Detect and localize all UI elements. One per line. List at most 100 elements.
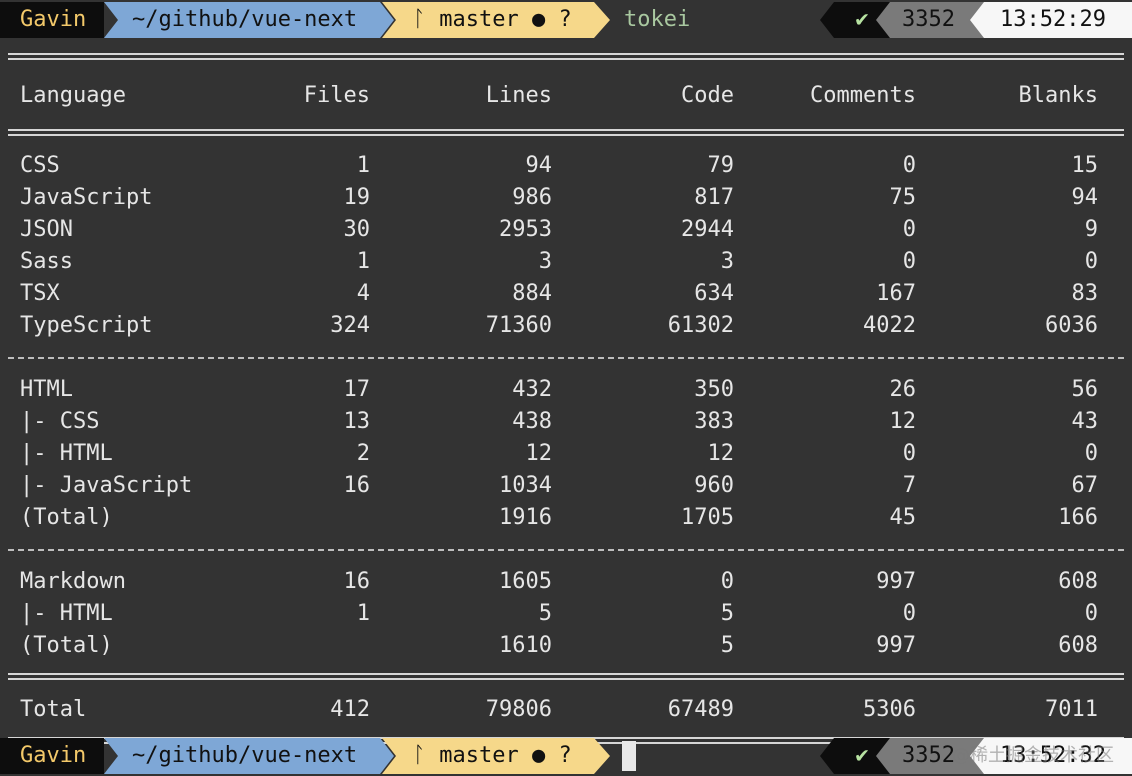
table-row: HTML 17 432 350 26 56 <box>0 374 1132 406</box>
cell-code: 61302 <box>667 313 734 338</box>
cell-language: CSS <box>20 153 60 178</box>
cell-lines: 432 <box>512 377 552 402</box>
cell-files: 2 <box>356 441 370 466</box>
cell-files: 17 <box>343 377 371 402</box>
cell-files: 13 <box>343 409 371 434</box>
cell-files: 1 <box>356 601 370 626</box>
cell-language: JavaScript <box>20 185 153 210</box>
cell-code: 5 <box>720 601 734 626</box>
cell-code: 12 <box>707 441 735 466</box>
cell-comments: 0 <box>902 601 916 626</box>
cell-blanks: 0 <box>1084 441 1098 466</box>
cell-lines: 884 <box>512 281 552 306</box>
cell-code: 634 <box>694 281 734 306</box>
prompt-bottom: Gavin ~/github/vue-next ᛚ master ● ? ✔ 3… <box>0 738 1132 774</box>
cell-lines: 1916 <box>499 505 552 530</box>
rule-double <box>8 118 1124 150</box>
total-comments: 5306 <box>863 697 916 722</box>
git-branch-icon: ᛚ <box>412 743 426 768</box>
cell-files: 16 <box>343 473 371 498</box>
table-group-3: Markdown 16 1605 0 997 608 |- HTML 1 5 5 0 0 (Total)… <box>0 566 1132 662</box>
table-row: |- HTML 1 5 5 0 0 <box>0 598 1132 630</box>
cell-code: 79 <box>707 153 735 178</box>
command-text: tokei <box>624 7 691 32</box>
rule-single <box>8 534 1124 566</box>
prompt-history-count: 3352 <box>876 738 984 774</box>
header-code: Code <box>681 83 734 108</box>
git-branch-label: master ● ? <box>439 743 572 768</box>
cell-blanks: 608 <box>1058 633 1098 658</box>
table-row: TypeScript 324 71360 61302 4022 6036 <box>0 310 1132 342</box>
cell-lines: 3 <box>538 249 552 274</box>
prompt-history-count: 3352 <box>876 2 984 38</box>
cell-code: 1705 <box>681 505 734 530</box>
cell-language: Sass <box>20 249 73 274</box>
cell-comments: 12 <box>889 409 917 434</box>
cell-comments: 167 <box>876 281 916 306</box>
table-row: CSS 1 94 79 0 15 <box>0 150 1132 182</box>
prompt-user: Gavin <box>0 738 104 774</box>
prompt-user: Gavin <box>0 2 104 38</box>
prompt-directory: ~/github/vue-next <box>104 2 394 38</box>
cell-comments: 26 <box>889 377 917 402</box>
header-lines: Lines <box>485 83 552 108</box>
cell-code: 350 <box>694 377 734 402</box>
cell-language: (Total) <box>20 633 113 658</box>
cell-comments: 45 <box>889 505 917 530</box>
cell-files: 30 <box>343 217 371 242</box>
table-group-1: CSS 1 94 79 0 15 JavaScript 19 986 817 75 94 JSON 30 2… <box>0 150 1132 342</box>
cell-blanks: 0 <box>1084 249 1098 274</box>
prompt-time: 13:52:32 <box>970 738 1132 774</box>
table-row: Sass 1 3 3 0 0 <box>0 246 1132 278</box>
tokei-table: Language Files Lines Code Comments Blank… <box>0 42 1132 758</box>
cell-lines: 94 <box>525 153 553 178</box>
cell-comments: 0 <box>902 153 916 178</box>
cell-code: 960 <box>694 473 734 498</box>
cell-comments: 75 <box>889 185 917 210</box>
cell-comments: 0 <box>902 249 916 274</box>
cell-comments: 7 <box>902 473 916 498</box>
cell-lines: 1610 <box>499 633 552 658</box>
total-files: 412 <box>330 697 370 722</box>
cell-blanks: 43 <box>1071 409 1099 434</box>
cell-code: 3 <box>720 249 734 274</box>
table-row: |- CSS 13 438 383 12 43 <box>0 406 1132 438</box>
cell-code: 0 <box>720 569 734 594</box>
git-branch-label: master ● ? <box>439 7 572 32</box>
cell-files: 4 <box>356 281 370 306</box>
cell-comments: 0 <box>902 217 916 242</box>
table-row: |- JavaScript 16 1034 960 7 67 <box>0 470 1132 502</box>
cell-lines: 438 <box>512 409 552 434</box>
cell-lines: 2953 <box>499 217 552 242</box>
cell-files: 19 <box>343 185 371 210</box>
cell-code: 817 <box>694 185 734 210</box>
cell-language: TSX <box>20 281 60 306</box>
total-label: Total <box>20 697 87 722</box>
cell-lines: 12 <box>525 441 553 466</box>
cell-language: |- HTML <box>20 441 113 466</box>
cell-lines: 1034 <box>499 473 552 498</box>
table-row: Markdown 16 1605 0 997 608 <box>0 566 1132 598</box>
header-files: Files <box>303 83 370 108</box>
rule-double <box>8 42 1124 74</box>
cell-blanks: 83 <box>1071 281 1099 306</box>
prompt-git-branch: ᛚ master ● ? <box>382 738 610 774</box>
terminal-cursor[interactable] <box>622 741 636 771</box>
cell-language: HTML <box>20 377 73 402</box>
table-total-row: Total 412 79806 67489 5306 7011 <box>0 694 1132 726</box>
cell-code: 383 <box>694 409 734 434</box>
cell-blanks: 67 <box>1071 473 1099 498</box>
cell-language: |- CSS <box>20 409 100 434</box>
table-row: (Total) 1610 5 997 608 <box>0 630 1132 662</box>
cell-lines: 71360 <box>485 313 552 338</box>
header-comments: Comments <box>810 83 916 108</box>
cell-comments: 997 <box>876 569 916 594</box>
prompt-top: Gavin ~/github/vue-next ᛚ master ● ? tok… <box>0 2 1132 38</box>
table-row: TSX 4 884 634 167 83 <box>0 278 1132 310</box>
table-row: JavaScript 19 986 817 75 94 <box>0 182 1132 214</box>
cell-language: TypeScript <box>20 313 153 338</box>
cell-language: JSON <box>20 217 73 242</box>
prompt-directory: ~/github/vue-next <box>104 738 394 774</box>
rule-double <box>8 662 1124 694</box>
cell-comments: 997 <box>876 633 916 658</box>
